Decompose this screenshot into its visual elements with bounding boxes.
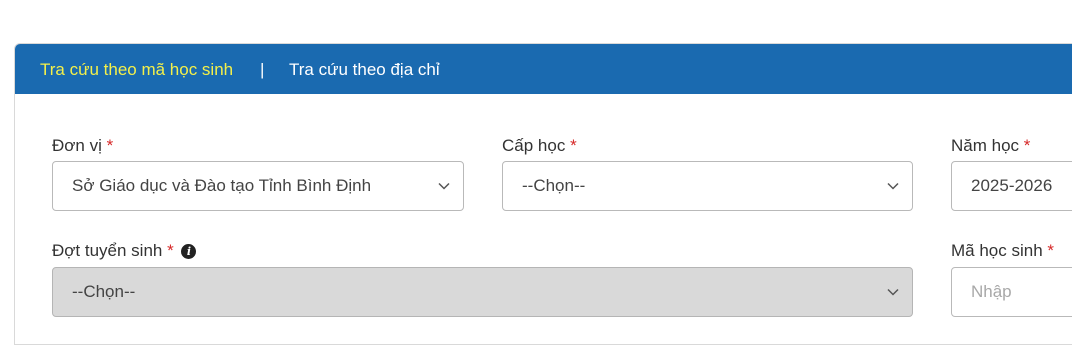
dot-tuyen-sinh-value: --Chọn-- <box>72 282 136 301</box>
don-vi-select[interactable]: Sở Giáo dục và Đào tạo Tỉnh Bình Định <box>52 161 464 211</box>
dot-tuyen-sinh-select[interactable]: --Chọn-- <box>52 267 913 317</box>
cap-hoc-value: --Chọn-- <box>522 176 586 195</box>
ma-hoc-sinh-placeholder: Nhập <box>971 282 1012 301</box>
chevron-down-icon <box>887 288 899 296</box>
dot-tuyen-sinh-label-text: Đợt tuyển sinh <box>52 241 163 260</box>
nam-hoc-label: Năm học * <box>951 136 1030 156</box>
don-vi-label: Đơn vị * <box>52 136 113 156</box>
cap-hoc-label-text: Cấp học <box>502 136 566 155</box>
required-mark: * <box>1023 136 1031 155</box>
cap-hoc-label: Cấp học * <box>502 136 577 156</box>
required-mark: * <box>106 136 114 155</box>
chevron-down-icon <box>887 182 899 190</box>
nam-hoc-value: 2025-2026 <box>971 176 1053 195</box>
nam-hoc-select[interactable]: 2025-2026 <box>951 161 1072 211</box>
info-icon[interactable]: i <box>181 244 197 259</box>
don-vi-value: Sở Giáo dục và Đào tạo Tỉnh Bình Định <box>72 176 372 195</box>
tab-student-code[interactable]: Tra cứu theo mã học sinh <box>40 60 233 80</box>
required-mark: * <box>1047 241 1055 260</box>
chevron-down-icon <box>438 182 450 190</box>
ma-hoc-sinh-label: Mã học sinh * <box>951 241 1054 261</box>
tab-address[interactable]: Tra cứu theo địa chỉ <box>289 60 440 80</box>
nam-hoc-label-text: Năm học <box>951 136 1020 155</box>
tab-bar: Tra cứu theo mã học sinh | Tra cứu theo … <box>15 44 1072 94</box>
dot-tuyen-sinh-label: Đợt tuyển sinh * i <box>52 241 197 261</box>
ma-hoc-sinh-input[interactable]: Nhập <box>951 267 1072 317</box>
tab-separator: | <box>260 60 265 79</box>
cap-hoc-select[interactable]: --Chọn-- <box>502 161 913 211</box>
search-panel: Tra cứu theo mã học sinh | Tra cứu theo … <box>14 43 1072 345</box>
don-vi-label-text: Đơn vị <box>52 136 102 155</box>
ma-hoc-sinh-label-text: Mã học sinh <box>951 241 1043 260</box>
required-mark: * <box>570 136 577 155</box>
required-mark: * <box>167 241 174 260</box>
